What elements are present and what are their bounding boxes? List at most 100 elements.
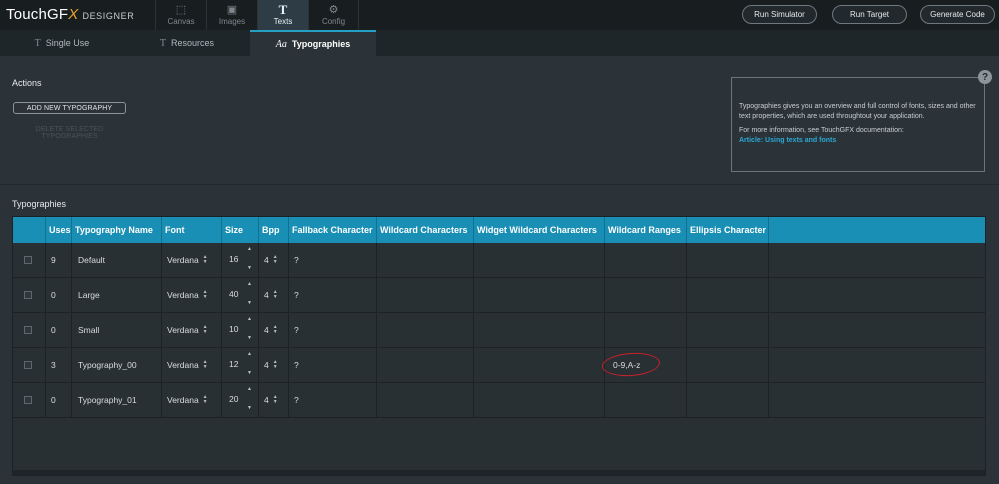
- bpp-cell[interactable]: 4 ▲ ▼: [259, 348, 289, 382]
- font-cell[interactable]: Verdana ▲ ▼: [162, 383, 222, 417]
- header-ellipsis[interactable]: Ellipsis Character: [687, 217, 769, 243]
- header-fallback[interactable]: Fallback Character: [289, 217, 377, 243]
- tab-single-use[interactable]: T Single Use: [0, 30, 124, 56]
- row-checkbox[interactable]: [24, 256, 32, 264]
- size-cell[interactable]: 12 ▲ ▼: [222, 348, 259, 382]
- nav-images[interactable]: ▣ Images: [206, 0, 257, 30]
- select-cell: [13, 348, 46, 382]
- delete-typographies-button[interactable]: DELETE SELECTED TYPOGRAPHIES: [13, 126, 126, 140]
- spin-down-icon[interactable]: ▼: [247, 335, 252, 341]
- ranges-cell[interactable]: [605, 313, 687, 347]
- table-row[interactable]: 0 Large Verdana ▲ ▼ 40 ▲ ▼ 4 ▲ ▼?: [13, 278, 985, 313]
- ranges-cell[interactable]: [605, 243, 687, 277]
- nav-config[interactable]: ⚙ Config: [308, 0, 359, 30]
- name-value: Typography_00: [78, 360, 137, 370]
- section-divider: [0, 184, 999, 185]
- spin-down-icon[interactable]: ▼: [247, 265, 252, 271]
- spin-up-icon[interactable]: ▲: [247, 316, 252, 322]
- wildcard-cell[interactable]: [377, 278, 474, 312]
- add-typography-button[interactable]: ADD NEW TYPOGRAPHY: [13, 102, 126, 114]
- name-cell[interactable]: Typography_00: [72, 348, 162, 382]
- table-row[interactable]: 3 Typography_00 Verdana ▲ ▼ 12 ▲ ▼ 4 ▲ ▼? 0-9,A-z: [13, 348, 985, 383]
- bpp-cell[interactable]: 4 ▲ ▼: [259, 278, 289, 312]
- header-wildcard[interactable]: Wildcard Characters: [377, 217, 474, 243]
- size-cell[interactable]: 40 ▲ ▼: [222, 278, 259, 312]
- fallback-cell[interactable]: ?: [289, 383, 377, 417]
- font-cell[interactable]: Verdana ▲ ▼: [162, 243, 222, 277]
- wildcard-cell[interactable]: [377, 243, 474, 277]
- wildcard-cell[interactable]: [377, 348, 474, 382]
- size-cell[interactable]: 16 ▲ ▼: [222, 243, 259, 277]
- generate-code-button[interactable]: Generate Code: [920, 5, 995, 24]
- spin-down-icon[interactable]: ▼: [247, 370, 252, 376]
- name-cell[interactable]: Small: [72, 313, 162, 347]
- name-cell[interactable]: Default: [72, 243, 162, 277]
- widget-wildcard-cell[interactable]: [474, 313, 605, 347]
- typographies-title: Typographies: [12, 199, 67, 209]
- widget-wildcard-cell[interactable]: [474, 278, 605, 312]
- header-uses[interactable]: Uses: [46, 217, 72, 243]
- ranges-cell[interactable]: [605, 383, 687, 417]
- tab-typographies[interactable]: Aa Typographies: [250, 30, 376, 56]
- header-ranges[interactable]: Wildcard Ranges: [605, 217, 687, 243]
- nav-texts[interactable]: T Texts: [257, 0, 308, 30]
- header-bpp[interactable]: Bpp: [259, 217, 289, 243]
- spin-down-icon[interactable]: ▼: [247, 300, 252, 306]
- texts-tabs: T Single Use T Resources Aa Typographies: [0, 30, 999, 56]
- header-select: [13, 217, 46, 243]
- bpp-cell[interactable]: 4 ▲ ▼: [259, 313, 289, 347]
- spin-down-icon[interactable]: ▼: [247, 405, 252, 411]
- row-checkbox[interactable]: [24, 361, 32, 369]
- font-cell[interactable]: Verdana ▲ ▼: [162, 348, 222, 382]
- tab-resources[interactable]: T Resources: [124, 30, 250, 56]
- spin-up-icon[interactable]: ▲: [247, 281, 252, 287]
- fallback-cell[interactable]: ?: [289, 348, 377, 382]
- ranges-cell[interactable]: [605, 278, 687, 312]
- name-cell[interactable]: Large: [72, 278, 162, 312]
- ellipsis-cell[interactable]: [687, 383, 769, 417]
- wildcard-cell[interactable]: [377, 313, 474, 347]
- header-widget-wildcard[interactable]: Widget Wildcard Characters: [474, 217, 605, 243]
- fallback-cell[interactable]: ?: [289, 313, 377, 347]
- table-row[interactable]: 0 Typography_01 Verdana ▲ ▼ 20 ▲ ▼ 4 ▲ ▼?: [13, 383, 985, 418]
- ellipsis-cell[interactable]: [687, 313, 769, 347]
- bpp-cell[interactable]: 4 ▲ ▼: [259, 383, 289, 417]
- row-checkbox[interactable]: [24, 326, 32, 334]
- ellipsis-cell[interactable]: [687, 243, 769, 277]
- help-icon[interactable]: ?: [978, 70, 992, 84]
- ellipsis-cell[interactable]: [687, 278, 769, 312]
- uses-value: 0: [51, 325, 56, 335]
- nav-canvas[interactable]: ⬚ Canvas: [155, 0, 206, 30]
- row-checkbox[interactable]: [24, 396, 32, 404]
- name-cell[interactable]: Typography_01: [72, 383, 162, 417]
- ranges-cell[interactable]: 0-9,A-z: [605, 348, 687, 382]
- fallback-cell[interactable]: ?: [289, 278, 377, 312]
- font-cell[interactable]: Verdana ▲ ▼: [162, 278, 222, 312]
- header-font[interactable]: Font: [162, 217, 222, 243]
- widget-wildcard-cell[interactable]: [474, 348, 605, 382]
- table-row[interactable]: 9 Default Verdana ▲ ▼ 16 ▲ ▼ 4 ▲ ▼?: [13, 243, 985, 278]
- run-target-button[interactable]: Run Target: [832, 5, 907, 24]
- widget-wildcard-cell[interactable]: [474, 243, 605, 277]
- fallback-value: ?: [294, 290, 299, 300]
- wildcard-cell[interactable]: [377, 383, 474, 417]
- bpp-cell[interactable]: 4 ▲ ▼: [259, 243, 289, 277]
- horizontal-scrollbar[interactable]: [13, 470, 985, 475]
- widget-wildcard-cell[interactable]: [474, 383, 605, 417]
- fallback-cell[interactable]: ?: [289, 243, 377, 277]
- table-row[interactable]: 0 Small Verdana ▲ ▼ 10 ▲ ▼ 4 ▲ ▼?: [13, 313, 985, 348]
- run-simulator-button[interactable]: Run Simulator: [742, 5, 817, 24]
- size-cell[interactable]: 20 ▲ ▼: [222, 383, 259, 417]
- row-checkbox[interactable]: [24, 291, 32, 299]
- size-cell[interactable]: 10 ▲ ▼: [222, 313, 259, 347]
- spin-up-icon[interactable]: ▲: [247, 386, 252, 392]
- help-article-link[interactable]: Article: Using texts and fonts: [739, 136, 978, 146]
- spin-up-icon[interactable]: ▲: [247, 246, 252, 252]
- spin-up-icon[interactable]: ▲: [247, 351, 252, 357]
- table-empty-area: [13, 418, 985, 475]
- ellipsis-cell[interactable]: [687, 348, 769, 382]
- fallback-value: ?: [294, 360, 299, 370]
- header-size[interactable]: Size: [222, 217, 259, 243]
- font-cell[interactable]: Verdana ▲ ▼: [162, 313, 222, 347]
- header-name[interactable]: Typography Name: [72, 217, 162, 243]
